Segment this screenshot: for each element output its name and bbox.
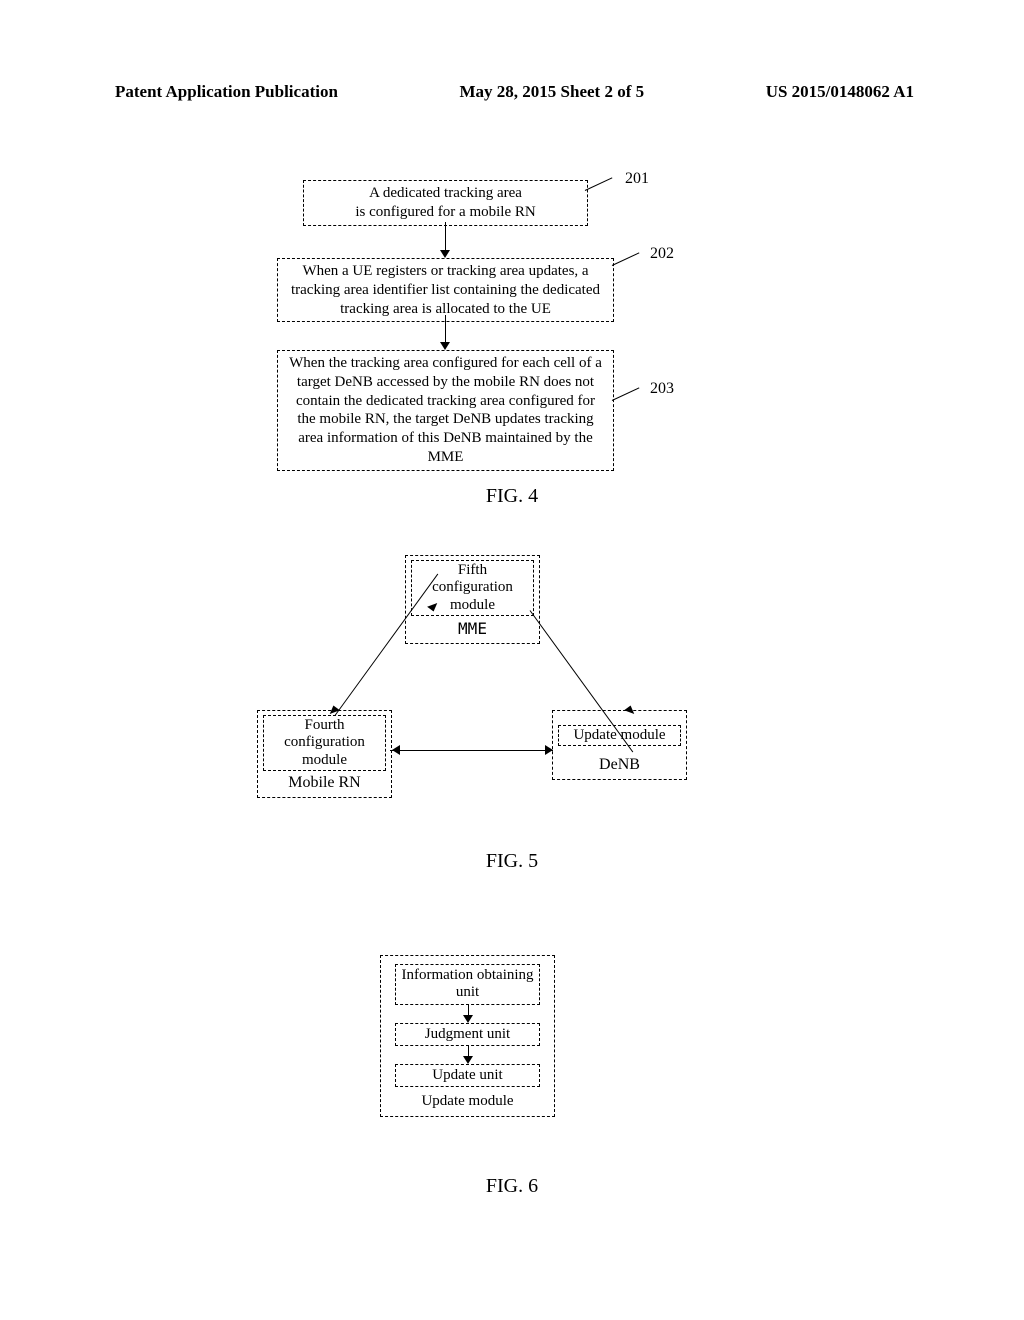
callout-line [612, 387, 640, 401]
arrow-down-icon [395, 1046, 540, 1064]
arrow-head-icon [440, 342, 450, 350]
page-header: Patent Application Publication May 28, 2… [0, 82, 1024, 102]
mme-label: MME [411, 619, 534, 638]
arrow-head-icon [545, 745, 553, 755]
rn-label: Mobile RN [263, 774, 386, 792]
header-left: Patent Application Publication [115, 82, 338, 102]
update-module-label: Update module [395, 1093, 540, 1110]
callout-label-202: 202 [650, 245, 674, 263]
connector-line [390, 750, 553, 751]
denb-label: DeNB [558, 756, 681, 774]
arrow-head-icon [440, 250, 450, 258]
figure-4-caption: FIG. 4 [0, 485, 1024, 508]
arrow-head-icon [392, 745, 400, 755]
callout-line [585, 177, 613, 191]
rn-inner-module: Fourth configuration module [263, 715, 386, 771]
update-unit: Update unit [395, 1064, 540, 1087]
header-center: May 28, 2015 Sheet 2 of 5 [460, 82, 645, 102]
arrow-down-icon [445, 315, 446, 345]
callout-label-203: 203 [650, 380, 674, 398]
figure-6-caption: FIG. 6 [0, 1175, 1024, 1198]
figure-5-caption: FIG. 5 [0, 850, 1024, 873]
callout-label-201: 201 [625, 170, 649, 188]
denb-node: Update module DeNB [552, 710, 687, 780]
connector-line [335, 574, 439, 716]
mme-node: Fifth configuration module MME [405, 555, 540, 644]
judgment-unit: Judgment unit [395, 1023, 540, 1046]
fig4-step-203: When the tracking area configured for ea… [277, 350, 614, 471]
fig4-step-202: When a UE registers or tracking area upd… [277, 258, 614, 322]
info-obtaining-unit: Information obtaining unit [395, 964, 540, 1005]
fig4-step-201: A dedicated tracking area is configured … [303, 180, 588, 226]
callout-line [612, 252, 640, 266]
header-right: US 2015/0148062 A1 [766, 82, 914, 102]
mobile-rn-node: Fourth configuration module Mobile RN [257, 710, 392, 798]
arrow-down-icon [395, 1005, 540, 1023]
update-module-box: Information obtaining unit Judgment unit… [380, 955, 555, 1117]
